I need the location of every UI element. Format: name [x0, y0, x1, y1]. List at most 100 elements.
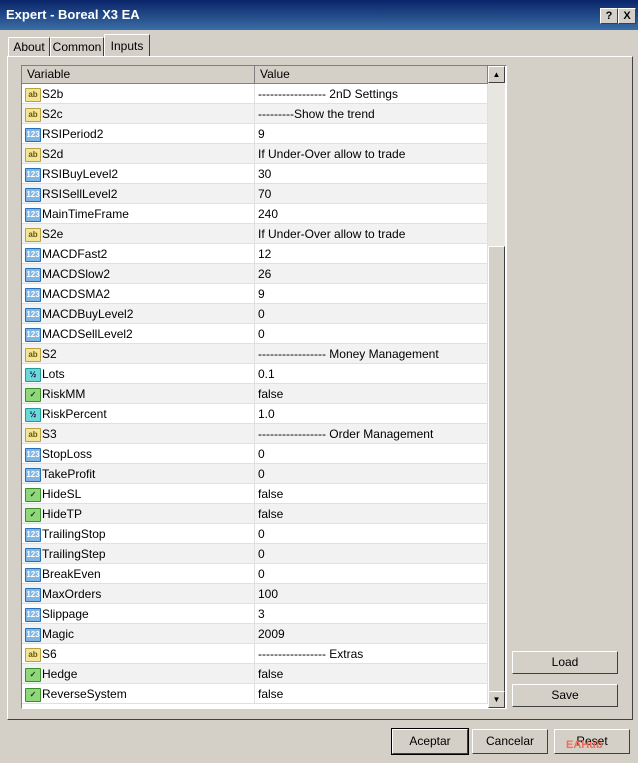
value-cell[interactable]: If Under-Over allow to trade	[255, 144, 488, 164]
table-row[interactable]: 123 MACDBuyLevel2 0	[22, 304, 488, 324]
table-row[interactable]: 123 StopLoss 0	[22, 444, 488, 464]
table-row[interactable]: 123 MACDSMA2 9	[22, 284, 488, 304]
cancel-button[interactable]: Cancelar	[472, 729, 548, 754]
value-cell[interactable]: false	[255, 484, 488, 504]
variable-cell: ✓ Hedge	[22, 664, 255, 684]
table-row[interactable]: ✓ RiskMM false	[22, 384, 488, 404]
value-cell[interactable]: 0	[255, 324, 488, 344]
value-cell[interactable]: false	[255, 684, 488, 704]
help-button[interactable]: ?	[600, 8, 618, 24]
value-cell[interactable]: false	[255, 504, 488, 524]
table-row[interactable]: 123 MACDFast2 12	[22, 244, 488, 264]
variable-name: MainTimeFrame	[42, 207, 129, 221]
scroll-down-arrow-icon[interactable]: ▼	[488, 691, 505, 708]
table-row[interactable]: 123 MACDSlow2 26	[22, 264, 488, 284]
value-cell[interactable]: 2009	[255, 624, 488, 644]
table-row[interactable]: 123 Magic 2009	[22, 624, 488, 644]
table-row[interactable]: 123 BreakEven 0	[22, 564, 488, 584]
table-row[interactable]: ½ RiskPercent 1.0	[22, 404, 488, 424]
table-row[interactable]: ✓ Hedge false	[22, 664, 488, 684]
integer-type-icon: 123	[25, 608, 41, 622]
value-cell[interactable]: 3	[255, 604, 488, 624]
value-cell[interactable]: false	[255, 664, 488, 684]
value-cell[interactable]: 30	[255, 164, 488, 184]
value-cell[interactable]: 240	[255, 204, 488, 224]
table-row[interactable]: ab S2 ----------------- Money Management	[22, 344, 488, 364]
value-cell[interactable]: 9	[255, 284, 488, 304]
boolean-type-icon: ✓	[25, 508, 41, 522]
variable-name: Hedge	[42, 667, 78, 681]
variable-name: RiskPercent	[42, 407, 107, 421]
value-cell[interactable]: 70	[255, 184, 488, 204]
table-row[interactable]: 123 MaxOrders 100	[22, 584, 488, 604]
load-button[interactable]: Load	[512, 651, 618, 674]
value-cell[interactable]: 0	[255, 564, 488, 584]
table-row[interactable]: ab S2d If Under-Over allow to trade	[22, 144, 488, 164]
variable-cell: ✓ HideSL	[22, 484, 255, 504]
table-row[interactable]: 123 RSIBuyLevel2 30	[22, 164, 488, 184]
integer-type-icon: 123	[25, 528, 41, 542]
vertical-scrollbar[interactable]: ▲ ▼	[488, 66, 505, 708]
value-cell[interactable]: ---------Show the trend	[255, 104, 488, 124]
string-type-icon: ab	[25, 88, 41, 102]
value-cell[interactable]: 1.0	[255, 404, 488, 424]
table-row[interactable]: ab S2e If Under-Over allow to trade	[22, 224, 488, 244]
column-value[interactable]: Value	[255, 66, 488, 83]
value-cell[interactable]: 0	[255, 524, 488, 544]
scroll-thumb[interactable]	[488, 246, 505, 694]
inputs-panel: Variable Value ab S2b ----------------- 2n…	[7, 56, 633, 720]
tab-about[interactable]: About	[8, 37, 50, 56]
value-cell[interactable]: 26	[255, 264, 488, 284]
watermark-logo: EAHub	[566, 739, 603, 751]
table-row[interactable]: 123 RSIPeriod2 9	[22, 124, 488, 144]
variable-name: Lots	[42, 367, 65, 381]
value-cell[interactable]: If Under-Over allow to trade	[255, 224, 488, 244]
value-cell[interactable]: ----------------- Money Management	[255, 344, 488, 364]
variable-cell: ab S2c	[22, 104, 255, 124]
table-row[interactable]: ab S2c ---------Show the trend	[22, 104, 488, 124]
integer-type-icon: 123	[25, 448, 41, 462]
value-cell[interactable]: ----------------- Extras	[255, 644, 488, 664]
close-button[interactable]: X	[618, 8, 636, 24]
variable-cell: 123 TakeProfit	[22, 464, 255, 484]
value-cell[interactable]: ----------------- 2nD Settings	[255, 84, 488, 104]
table-row[interactable]: ab S3 ----------------- Order Management	[22, 424, 488, 444]
tab-common[interactable]: Common	[50, 37, 104, 56]
value-cell[interactable]: false	[255, 384, 488, 404]
value-cell[interactable]: 0.1	[255, 364, 488, 384]
grid-header: Variable Value	[22, 66, 488, 84]
table-row[interactable]: 123 RSISellLevel2 70	[22, 184, 488, 204]
table-row[interactable]: 123 MACDSellLevel2 0	[22, 324, 488, 344]
table-row[interactable]: 123 TrailingStop 0	[22, 524, 488, 544]
value-cell[interactable]: 0	[255, 464, 488, 484]
value-cell[interactable]: 9	[255, 124, 488, 144]
table-row[interactable]: 123 TrailingStep 0	[22, 544, 488, 564]
column-variable[interactable]: Variable	[22, 66, 255, 83]
value-cell[interactable]: 100	[255, 584, 488, 604]
value-cell[interactable]: 12	[255, 244, 488, 264]
table-row[interactable]: ✓ HideSL false	[22, 484, 488, 504]
value-cell[interactable]: 0	[255, 304, 488, 324]
accept-button[interactable]: Aceptar	[391, 728, 469, 755]
table-row[interactable]: ✓ ReverseSystem false	[22, 684, 488, 704]
value-cell[interactable]: 0	[255, 444, 488, 464]
variable-name: S2	[42, 347, 57, 361]
table-row[interactable]: 123 TakeProfit 0	[22, 464, 488, 484]
tab-inputs[interactable]: Inputs	[104, 34, 150, 57]
inputs-grid: Variable Value ab S2b ----------------- 2n…	[21, 65, 507, 709]
table-row[interactable]: ab S2b ----------------- 2nD Settings	[22, 84, 488, 104]
table-row[interactable]: ½ Lots 0.1	[22, 364, 488, 384]
save-button[interactable]: Save	[512, 684, 618, 707]
table-row[interactable]: 123 Slippage 3	[22, 604, 488, 624]
scroll-up-arrow-icon[interactable]: ▲	[488, 66, 505, 83]
variable-cell: 123 MACDSellLevel2	[22, 324, 255, 344]
double-type-icon: ½	[25, 408, 41, 422]
variable-cell: ab S2	[22, 344, 255, 364]
table-row[interactable]: 123 MainTimeFrame 240	[22, 204, 488, 224]
variable-cell: 123 MainTimeFrame	[22, 204, 255, 224]
table-row[interactable]: ✓ HideTP false	[22, 504, 488, 524]
value-cell[interactable]: ----------------- Order Management	[255, 424, 488, 444]
table-row[interactable]: ab S6 ----------------- Extras	[22, 644, 488, 664]
value-cell[interactable]: 0	[255, 544, 488, 564]
variable-name: S6	[42, 647, 57, 661]
